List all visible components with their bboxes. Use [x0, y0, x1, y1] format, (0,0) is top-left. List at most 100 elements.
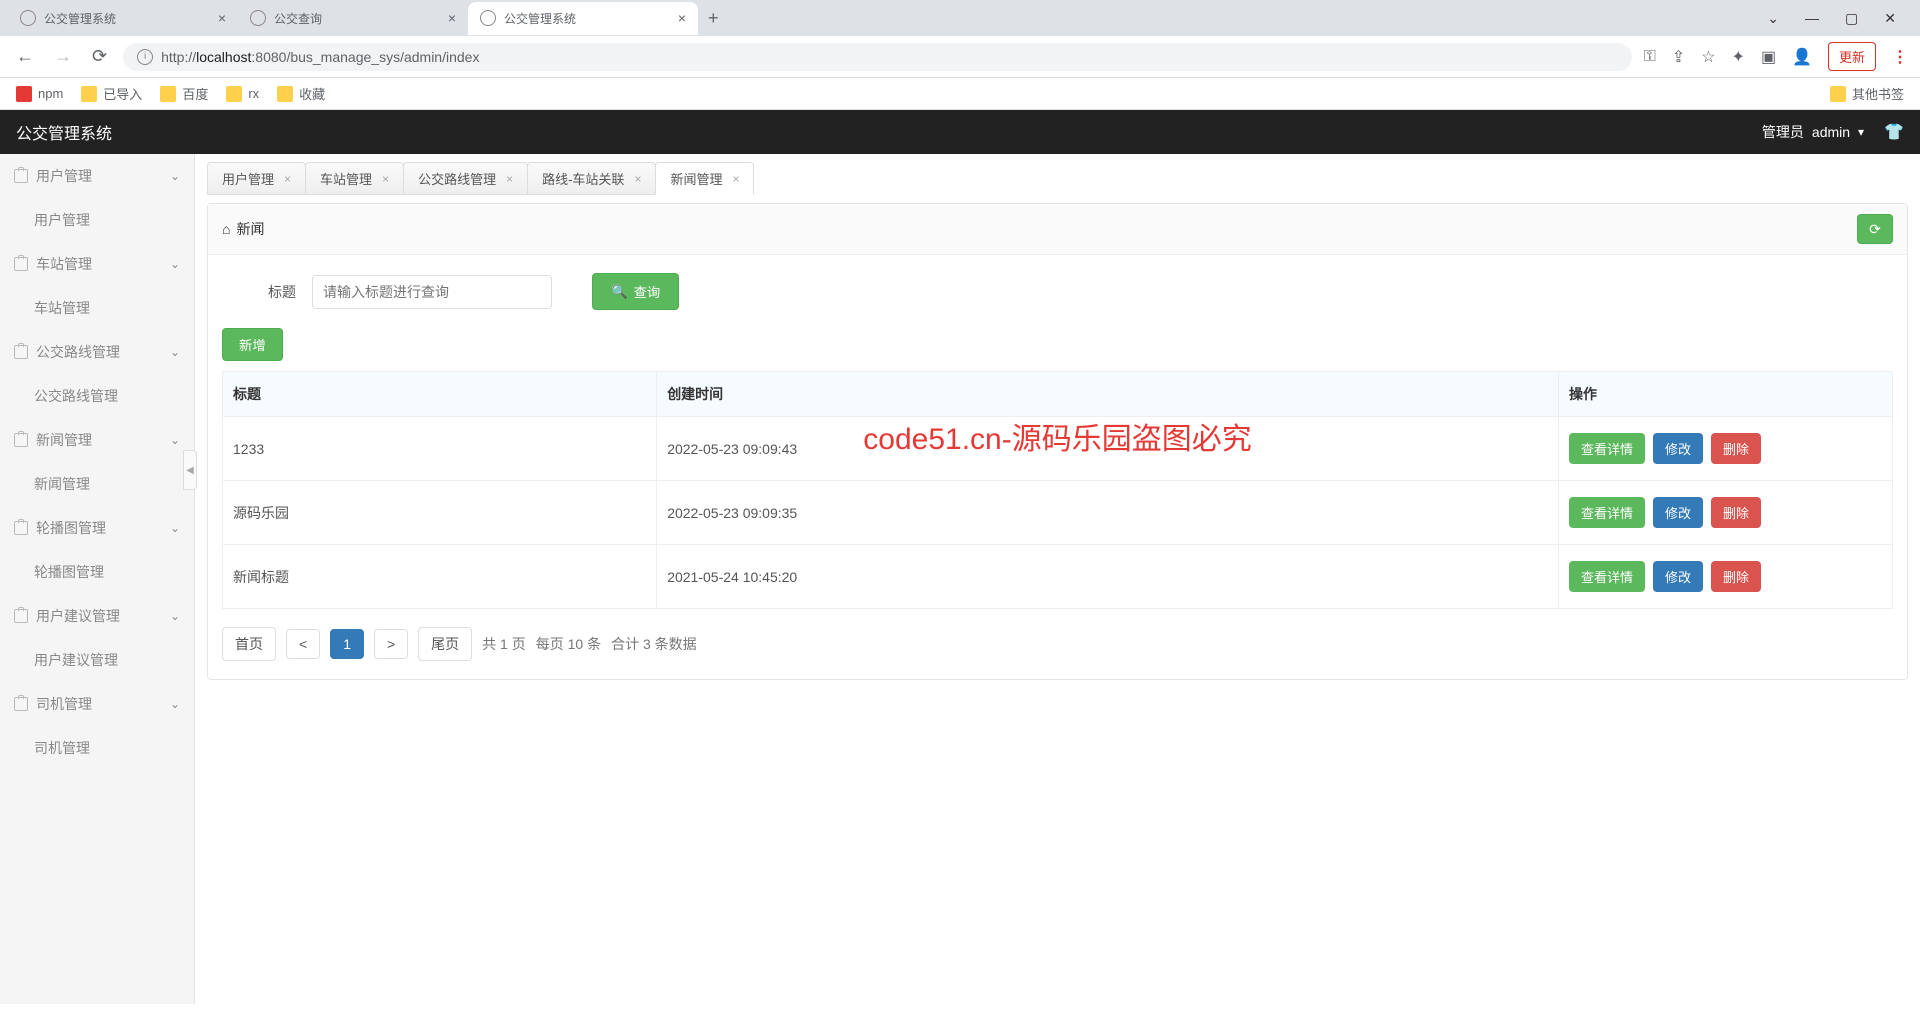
sidebar-group-header[interactable]: 车站管理⌄: [0, 242, 194, 286]
bookmark-baidu[interactable]: 百度: [160, 84, 208, 103]
chevron-down-icon: ⌄: [170, 697, 180, 711]
page-next-button[interactable]: >: [374, 629, 408, 659]
sidebar-group-header[interactable]: 用户建议管理⌄: [0, 594, 194, 638]
content-tab[interactable]: 用户管理 ×: [207, 162, 306, 195]
cell-ops: 查看详情修改删除: [1558, 417, 1892, 481]
back-button[interactable]: ←: [12, 42, 38, 71]
content-tab[interactable]: 新闻管理×: [655, 162, 754, 195]
sidebar-group-header[interactable]: 公交路线管理⌄: [0, 330, 194, 374]
minimize-icon[interactable]: —: [1801, 6, 1823, 31]
share-icon[interactable]: ⇪: [1672, 47, 1685, 67]
view-button[interactable]: 查看详情: [1569, 561, 1645, 592]
sidebar-item[interactable]: 用户建议管理: [0, 638, 194, 682]
delete-button[interactable]: 删除: [1711, 497, 1761, 528]
panel-icon[interactable]: ▣: [1761, 47, 1776, 67]
profile-icon[interactable]: 👤: [1792, 47, 1812, 67]
chevron-down-icon: ⌄: [170, 345, 180, 359]
window-dropdown-icon[interactable]: ⌄: [1763, 6, 1783, 31]
close-icon[interactable]: ×: [506, 172, 513, 186]
sidebar-item[interactable]: 用户管理: [0, 198, 194, 242]
close-icon[interactable]: ×: [218, 10, 226, 26]
bookmark-other[interactable]: 其他书签: [1830, 84, 1904, 103]
bookmarks-bar: npm 已导入 百度 rx 收藏 其他书签: [0, 78, 1920, 110]
page-number-button[interactable]: 1: [330, 629, 364, 659]
update-button[interactable]: 更新: [1828, 42, 1876, 71]
browser-tab[interactable]: 公交查询 ×: [238, 2, 468, 35]
close-icon[interactable]: ×: [732, 172, 739, 186]
content-tab-label: 路线-车站关联: [542, 169, 624, 188]
sidebar-item[interactable]: 司机管理: [0, 726, 194, 770]
new-tab-button[interactable]: +: [698, 4, 729, 33]
sidebar-group-label: 司机管理: [36, 694, 92, 714]
extension-icon[interactable]: ✦: [1732, 47, 1745, 67]
bookmark-npm[interactable]: npm: [16, 86, 63, 102]
sidebar-item[interactable]: 轮播图管理: [0, 550, 194, 594]
url-input[interactable]: i http://localhost:8080/bus_manage_sys/a…: [123, 43, 1632, 71]
column-title: 标题: [223, 372, 657, 417]
sidebar-group-label: 用户建议管理: [36, 606, 120, 626]
home-icon: ⌂: [222, 221, 230, 237]
sidebar-item[interactable]: 新闻管理: [0, 462, 194, 506]
content-tab-label: 用户管理: [222, 169, 274, 188]
cell-time: 2022-05-23 09:09:43: [657, 417, 1559, 481]
edit-button[interactable]: 修改: [1653, 561, 1703, 592]
menu-icon[interactable]: ⋮: [1892, 47, 1908, 67]
sidebar-group-label: 新闻管理: [36, 430, 92, 450]
page-last-button[interactable]: 尾页: [418, 627, 472, 661]
browser-tab-active[interactable]: 公交管理系统 ×: [468, 2, 698, 35]
close-icon[interactable]: ×: [448, 10, 456, 26]
sidebar-group-header[interactable]: 轮播图管理⌄: [0, 506, 194, 550]
content-tab[interactable]: 公交路线管理×: [403, 162, 528, 195]
star-icon[interactable]: ☆: [1701, 47, 1715, 67]
sidebar-item[interactable]: 公交路线管理: [0, 374, 194, 418]
view-button[interactable]: 查看详情: [1569, 497, 1645, 528]
main-panel: ⌂ 新闻 ⟳ 标题 🔍 查询 新增 标题 创建时间: [207, 203, 1908, 680]
close-icon[interactable]: ×: [634, 172, 641, 186]
edit-button[interactable]: 修改: [1653, 433, 1703, 464]
cell-title: 源码乐园: [223, 481, 657, 545]
close-icon[interactable]: ×: [382, 172, 389, 186]
bag-icon: [14, 521, 28, 535]
key-icon[interactable]: ⚿: [1644, 48, 1656, 66]
bookmark-fav[interactable]: 收藏: [277, 84, 325, 103]
sidebar-group-header[interactable]: 用户管理⌄: [0, 154, 194, 198]
maximize-icon[interactable]: ▢: [1841, 6, 1862, 31]
data-table: 标题 创建时间 操作 12332022-05-23 09:09:43查看详情修改…: [222, 371, 1893, 609]
sidebar-group-header[interactable]: 新闻管理 ⌄: [0, 418, 194, 462]
page-first-button[interactable]: 首页: [222, 627, 276, 661]
user-menu[interactable]: 管理员 admin ▾: [1762, 122, 1864, 142]
browser-tab[interactable]: 公交管理系统 ×: [8, 2, 238, 35]
bookmark-rx[interactable]: rx: [226, 86, 259, 102]
close-window-icon[interactable]: ✕: [1880, 6, 1900, 31]
delete-button[interactable]: 删除: [1711, 433, 1761, 464]
cell-title: 1233: [223, 417, 657, 481]
theme-icon[interactable]: 👕: [1884, 122, 1904, 142]
content-tab[interactable]: 路线-车站关联 ×: [527, 162, 656, 195]
delete-button[interactable]: 删除: [1711, 561, 1761, 592]
table-row: 源码乐园2022-05-23 09:09:35查看详情修改删除: [223, 481, 1893, 545]
site-info-icon[interactable]: i: [137, 49, 153, 65]
folder-icon: [277, 86, 293, 102]
cell-ops: 查看详情修改删除: [1558, 481, 1892, 545]
close-icon[interactable]: ×: [284, 172, 291, 186]
edit-button[interactable]: 修改: [1653, 497, 1703, 528]
npm-icon: [16, 86, 32, 102]
search-input[interactable]: [312, 275, 552, 309]
refresh-icon: ⟳: [1869, 221, 1881, 238]
content-tab[interactable]: 车站管理×: [305, 162, 404, 195]
chevron-down-icon: ⌄: [170, 433, 180, 447]
sidebar-group-header[interactable]: 司机管理 ⌄: [0, 682, 194, 726]
reload-button[interactable]: ⟳: [88, 42, 111, 71]
sidebar-item[interactable]: 车站管理: [0, 286, 194, 330]
folder-icon: [160, 86, 176, 102]
refresh-button[interactable]: ⟳: [1857, 214, 1893, 244]
close-icon[interactable]: ×: [678, 10, 686, 26]
sidebar-collapse-handle[interactable]: ◀: [183, 450, 197, 490]
add-button[interactable]: 新增: [222, 328, 283, 361]
page-prev-button[interactable]: <: [286, 629, 320, 659]
search-button[interactable]: 🔍 查询: [592, 273, 679, 310]
forward-button[interactable]: →: [50, 42, 76, 71]
bookmark-imported[interactable]: 已导入: [81, 84, 142, 103]
view-button[interactable]: 查看详情: [1569, 433, 1645, 464]
app-header: 公交管理系统 管理员 admin ▾ 👕: [0, 110, 1920, 154]
